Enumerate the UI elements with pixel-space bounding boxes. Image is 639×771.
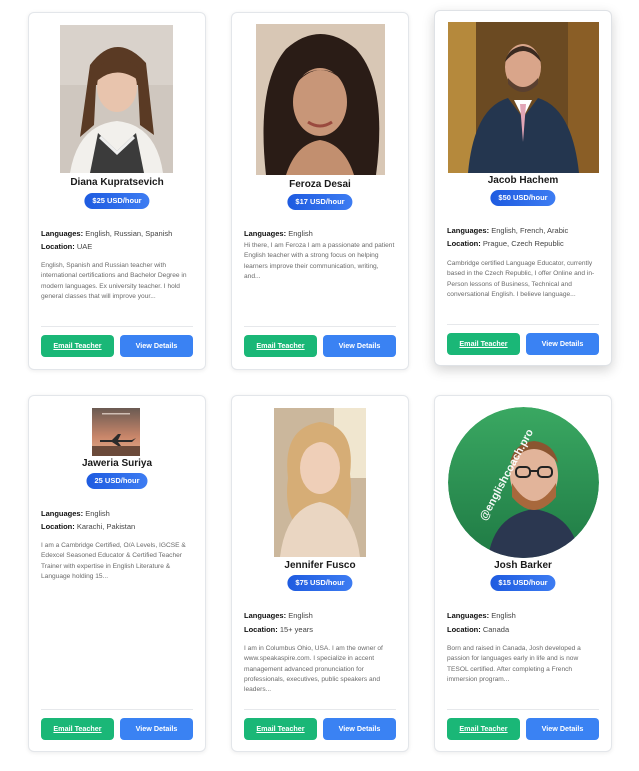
location-row: Location: Karachi, Pakistan <box>41 522 136 531</box>
teacher-bio: Hi there, I am Feroza I am a passionate … <box>244 242 395 280</box>
view-details-button[interactable]: View Details <box>526 718 599 740</box>
languages-value: English, French, Arabic <box>491 226 569 235</box>
teacher-card-2: Feroza Desai $17 USD/hour Languages: Eng… <box>231 12 409 370</box>
teacher-photo-jaweria[interactable] <box>92 408 140 456</box>
view-details-button[interactable]: View Details <box>526 333 599 355</box>
teacher-name: Feroza Desai <box>289 179 351 190</box>
divider <box>41 709 193 710</box>
price-badge: $17 USD/hour <box>287 194 353 210</box>
teacher-card-5: Jennifer Fusco $75 USD/hour Languages: E… <box>231 395 409 752</box>
email-teacher-button[interactable]: Email Teacher <box>447 333 520 355</box>
languages-value: English <box>85 509 110 518</box>
teacher-name: Jacob Hachem <box>487 175 559 186</box>
email-teacher-button[interactable]: Email Teacher <box>41 718 114 740</box>
languages-value: English <box>491 611 516 620</box>
location-value: Canada <box>482 625 510 634</box>
location-value: Karachi, Pakistan <box>76 522 136 531</box>
location-row: Location: Prague, Czech Republic <box>447 239 564 248</box>
view-details-button[interactable]: View Details <box>120 718 193 740</box>
teacher-photo-diana[interactable] <box>60 25 173 173</box>
languages-row: Languages: English, French, Arabic <box>447 226 569 235</box>
teacher-bio: I am a Cambridge Certified, O/A Levels, … <box>41 542 186 580</box>
price-badge: $75 USD/hour <box>287 575 353 591</box>
languages-row: Languages: English <box>244 611 313 620</box>
teacher-bio: English, Spanish and Russian teacher wit… <box>41 262 187 300</box>
location-row: Location: Canada <box>447 625 510 634</box>
location-value: 15+ years <box>279 625 313 634</box>
teacher-bio: I am in Columbus Ohio, USA. I am the own… <box>244 645 383 694</box>
location-row: Location: UAE <box>41 242 93 251</box>
languages-value: English <box>288 611 313 620</box>
teacher-photo-josh[interactable]: @englishcoach.pro <box>448 407 599 558</box>
location-row: Location: 15+ years <box>244 625 313 634</box>
email-teacher-button[interactable]: Email Teacher <box>41 335 114 357</box>
teacher-card-3: Jacob Hachem $50 USD/hour Languages: Eng… <box>434 10 612 366</box>
teacher-name: Jaweria Suriya <box>81 458 153 469</box>
view-details-button[interactable]: View Details <box>323 718 396 740</box>
email-teacher-button[interactable]: Email Teacher <box>244 335 317 357</box>
teacher-card-6: @englishcoach.pro Josh Barker $15 USD/ho… <box>434 395 612 752</box>
teacher-name: Jennifer Fusco <box>284 560 356 571</box>
teacher-card-4: Jaweria Suriya 25 USD/hour Languages: En… <box>28 395 206 752</box>
location-value: UAE <box>76 242 93 251</box>
teacher-photo-jacob[interactable] <box>448 22 599 173</box>
view-details-button[interactable]: View Details <box>120 335 193 357</box>
divider <box>447 324 599 325</box>
languages-row: Languages: English <box>244 229 313 238</box>
languages-value: English <box>288 229 313 238</box>
price-badge: $15 USD/hour <box>490 575 556 591</box>
languages-value: English, Russian, Spanish <box>85 229 173 238</box>
email-teacher-button[interactable]: Email Teacher <box>447 718 520 740</box>
price-badge: $25 USD/hour <box>84 193 150 209</box>
divider <box>244 709 396 710</box>
email-teacher-button[interactable]: Email Teacher <box>244 718 317 740</box>
divider <box>447 709 599 710</box>
location-value: Prague, Czech Republic <box>482 239 564 248</box>
view-details-button[interactable]: View Details <box>323 335 396 357</box>
teacher-name: Diana Kupratsevich <box>70 177 164 188</box>
price-badge: 25 USD/hour <box>86 473 148 489</box>
teacher-bio: Cambridge certified Language Educator, c… <box>447 260 595 298</box>
languages-row: Languages: English, Russian, Spanish <box>41 229 173 238</box>
languages-row: Languages: English <box>41 509 110 518</box>
divider <box>41 326 193 327</box>
teacher-card-1: Diana Kupratsevich $25 USD/hour Language… <box>28 12 206 370</box>
teacher-photo-feroza[interactable] <box>256 24 385 175</box>
teacher-photo-jennifer[interactable] <box>274 408 366 557</box>
teacher-bio: Born and raised in Canada, Josh develope… <box>447 645 581 683</box>
teacher-name: Josh Barker <box>494 560 552 571</box>
divider <box>244 326 396 327</box>
languages-row: Languages: English <box>447 611 516 620</box>
price-badge: $50 USD/hour <box>490 190 556 206</box>
